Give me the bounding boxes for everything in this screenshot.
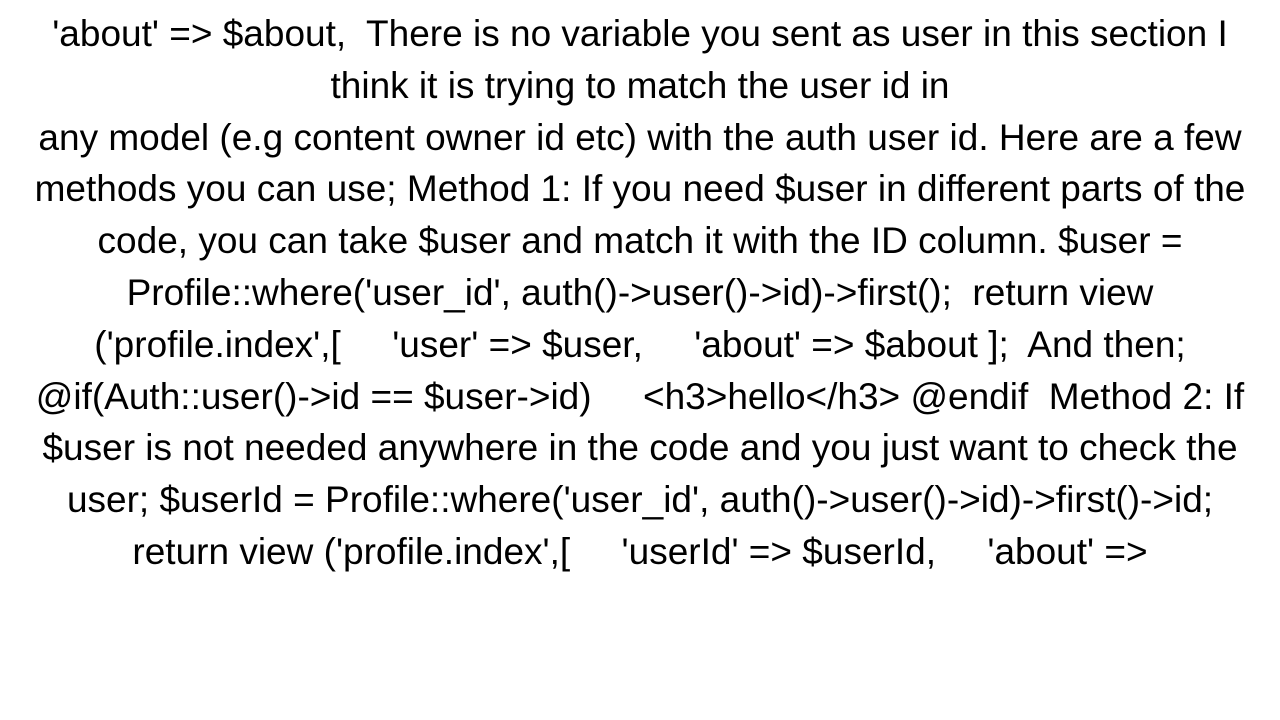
- document-body-text: 'about' => $about, There is no variable …: [0, 0, 1280, 586]
